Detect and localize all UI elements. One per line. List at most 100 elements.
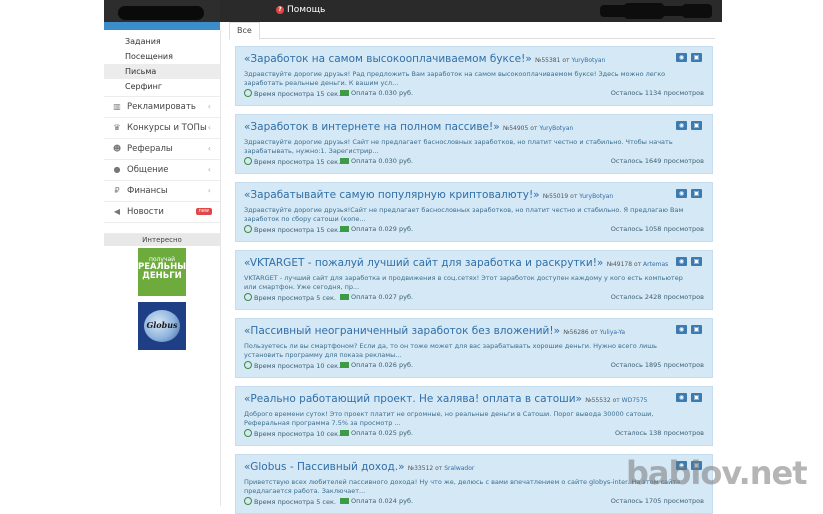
- real-money-banner[interactable]: получай РЕАЛЬНЫЕ ДЕНЬГИ: [138, 248, 192, 296]
- view-icon[interactable]: ◉: [676, 393, 687, 402]
- view-time: Время просмотра 15 сек.: [244, 89, 340, 98]
- clock-icon: [244, 429, 252, 437]
- mail-id: №49178: [606, 261, 633, 268]
- money-icon: [340, 362, 349, 368]
- header-redaction: [596, 2, 716, 20]
- mail-by: от: [435, 465, 443, 472]
- globus-banner[interactable]: Globus: [138, 302, 186, 350]
- clock-icon: [244, 361, 252, 369]
- view-icon[interactable]: ◉: [676, 189, 687, 198]
- sidebar-item-referrals[interactable]: ☻ Рефералы ‹: [104, 138, 220, 159]
- mail-author[interactable]: YuryBotyan: [539, 125, 573, 132]
- mail-description: Здравствуйте дорогие друзья!Сайт не пред…: [244, 206, 684, 223]
- sidebar-item-contests[interactable]: ♛ Конкурсы и ТОПы ‹: [104, 117, 220, 138]
- clock-icon: [244, 89, 252, 97]
- mail-title[interactable]: «Globus - Пассивный доход.» №33512 от Sr…: [244, 461, 668, 473]
- mail-card[interactable]: «Заработок на самом высокооплачиваемом б…: [235, 46, 713, 106]
- sidebar-item-label: Общение: [127, 165, 169, 175]
- sidebar-item-finance[interactable]: ₽ Финансы ‹: [104, 180, 220, 201]
- mail-title[interactable]: «VKTARGET - пожалуй лучший сайт для зара…: [244, 257, 668, 269]
- mail-title[interactable]: «Реально работающий проект. Не халява! о…: [244, 393, 668, 405]
- logo-redaction: [118, 6, 204, 20]
- payment-text: Оплата 0.029 руб.: [351, 225, 414, 233]
- mail-id: №55532: [585, 397, 611, 404]
- payment-text: Оплата 0.024 руб.: [351, 497, 414, 505]
- mail-author[interactable]: Artemaster: [643, 261, 668, 268]
- site-logo[interactable]: [104, 0, 220, 30]
- sidebar-item-visits[interactable]: Посещения: [104, 49, 220, 64]
- view-time-text: Время просмотра 10 сек.: [254, 362, 341, 370]
- mail-author[interactable]: Yuliya-Ya: [600, 329, 625, 336]
- ruble-icon: ₽: [114, 186, 120, 195]
- payment: Оплата 0.027 руб.: [340, 293, 413, 301]
- mail-meta: №56286 от Yuliya-Ya: [563, 329, 625, 336]
- view-time: Время просмотра 15 сек.: [244, 157, 340, 166]
- payment-text: Оплата 0.030 руб.: [351, 89, 414, 97]
- payment-text: Оплата 0.030 руб.: [351, 157, 414, 165]
- view-icon[interactable]: ◉: [676, 257, 687, 266]
- mail-meta: №55381 от YuryBotyan: [535, 57, 605, 64]
- sidebar-item-letters[interactable]: Письма: [104, 64, 220, 79]
- mail-author[interactable]: YuryBotyan: [579, 193, 613, 200]
- view-time-text: Время просмотра 15 сек.: [254, 90, 341, 98]
- mail-by: от: [612, 397, 620, 404]
- sidebar-item-tasks[interactable]: Задания: [104, 34, 220, 49]
- mail-id: №55019: [542, 193, 569, 200]
- lock-icon[interactable]: ▣: [691, 257, 702, 266]
- sidebar-item-surfing[interactable]: Серфинг: [104, 79, 220, 94]
- sidebar: Задания Посещения Письма Серфинг ▥ Рекла…: [104, 30, 221, 506]
- help-label: Помощь: [287, 5, 326, 15]
- sidebar-item-label: Конкурсы и ТОПы: [127, 123, 207, 133]
- sidebar-item-news[interactable]: ◀ Новости new: [104, 201, 220, 223]
- new-badge: new: [195, 208, 212, 215]
- chat-icon: ●: [113, 165, 121, 174]
- mail-id: №56286: [563, 329, 589, 336]
- globus-banner-text: Globus: [146, 320, 178, 330]
- mail-description: Пользуетесь ли вы смартфоном? Если да, т…: [244, 342, 658, 359]
- tab-all[interactable]: Все: [229, 22, 260, 40]
- view-icon[interactable]: ◉: [676, 53, 687, 62]
- payment-text: Оплата 0.026 руб.: [351, 361, 414, 369]
- work-submenu: Задания Посещения Письма Серфинг: [104, 30, 220, 96]
- mail-card[interactable]: «Реально работающий проект. Не халява! о…: [235, 386, 713, 446]
- lock-icon[interactable]: ▣: [691, 325, 702, 334]
- mail-card[interactable]: «Пассивный неограниченный заработок без …: [235, 318, 713, 378]
- lock-icon[interactable]: ▣: [691, 121, 702, 130]
- mail-title-text: «VKTARGET - пожалуй лучший сайт для зара…: [244, 257, 604, 269]
- mail-card[interactable]: «VKTARGET - пожалуй лучший сайт для зара…: [235, 250, 713, 310]
- sidebar-item-label: Новости: [127, 207, 164, 217]
- payment: Оплата 0.029 руб.: [340, 225, 413, 233]
- mail-author[interactable]: Sralwador: [444, 465, 474, 472]
- help-link[interactable]: ? Помощь: [276, 5, 325, 15]
- payment: Оплата 0.025 руб.: [340, 429, 413, 437]
- view-time: Время просмотра 15 сек.: [244, 225, 340, 234]
- mail-author[interactable]: YuryBotyan: [571, 57, 605, 64]
- view-icon[interactable]: ◉: [676, 325, 687, 334]
- mail-author[interactable]: WD7575: [622, 397, 648, 404]
- mail-title-text: «Globus - Пассивный доход.»: [244, 461, 405, 473]
- tab-bar: Все: [229, 22, 715, 40]
- mail-title[interactable]: «Заработок на самом высокооплачиваемом б…: [244, 53, 668, 65]
- clock-icon: [244, 225, 252, 233]
- view-time: Время просмотра 10 сек.: [244, 429, 340, 438]
- users-icon: ☻: [112, 144, 122, 153]
- mail-meta: №33512 от Sralwador: [408, 465, 475, 472]
- mail-card[interactable]: «Заработок в интернете на полном пассиве…: [235, 114, 713, 174]
- banner-line: ДЕНЬГИ: [142, 271, 182, 281]
- mail-card[interactable]: «Зарабатывайте самую популярную криптова…: [235, 182, 713, 242]
- sidebar-item-advertise[interactable]: ▥ Рекламировать ‹: [104, 96, 220, 117]
- mail-title-text: «Заработок на самом высокооплачиваемом б…: [244, 53, 532, 65]
- view-icon[interactable]: ◉: [676, 121, 687, 130]
- mail-title[interactable]: «Пассивный неограниченный заработок без …: [244, 325, 668, 337]
- mail-title[interactable]: «Зарабатывайте самую популярную криптова…: [244, 189, 668, 201]
- view-time: Время просмотра 10 сек.: [244, 361, 340, 370]
- lock-icon[interactable]: ▣: [691, 189, 702, 198]
- lock-icon[interactable]: ▣: [691, 53, 702, 62]
- top-left-blank: [0, 0, 104, 22]
- lock-icon[interactable]: ▣: [691, 393, 702, 402]
- sidebar-item-communication[interactable]: ● Общение ‹: [104, 159, 220, 180]
- mail-description: Доброго времени суток! Это проект платит…: [244, 410, 654, 427]
- chevron-left-icon: ‹: [207, 144, 211, 153]
- views-left: Осталось 1058 просмотров: [610, 225, 704, 233]
- mail-title[interactable]: «Заработок в интернете на полном пассиве…: [244, 121, 668, 133]
